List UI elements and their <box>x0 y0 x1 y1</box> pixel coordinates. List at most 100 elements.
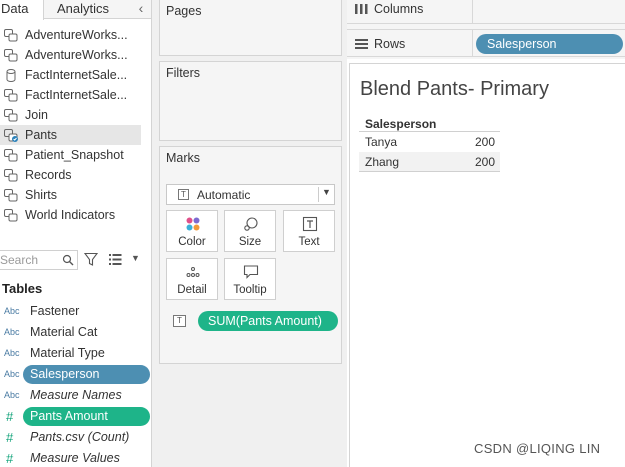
datasource-item[interactable]: AdventureWorks... <box>0 45 151 65</box>
field-item-in-use[interactable]: # Pants Amount <box>0 406 151 427</box>
detail-label: Detail <box>177 284 207 296</box>
row-value: 200 <box>474 135 495 149</box>
row-name: Tanya <box>365 135 398 149</box>
table-header[interactable]: Salesperson <box>359 116 500 132</box>
columns-shelf[interactable]: Columns <box>347 0 625 24</box>
datasource-item[interactable]: Patient_Snapshot <box>0 145 151 165</box>
string-type-icon: Abc <box>4 390 20 400</box>
datasource-label: Shirts <box>25 188 57 202</box>
detail-icon <box>186 267 200 277</box>
string-type-icon: Abc <box>4 327 20 337</box>
text-encoding-icon[interactable]: T <box>173 315 186 327</box>
tab-data[interactable]: Data <box>0 0 44 20</box>
field-item[interactable]: Abc Material Cat <box>0 322 151 343</box>
string-type-icon: Abc <box>4 306 20 316</box>
color-button[interactable]: Color <box>166 210 218 252</box>
worksheet-title[interactable]: Blend Pants- Primary <box>360 78 549 101</box>
watermark: CSDN @LIQING LIN <box>474 441 601 456</box>
datasource-list: AdventureWorks... AdventureWorks... Fact… <box>0 25 151 225</box>
rows-icon <box>355 39 368 49</box>
field-item[interactable]: Abc Measure Names <box>0 385 151 406</box>
marks-card: Marks T Automatic ▼ Color Size Text Deta… <box>159 146 342 364</box>
chevron-down-icon[interactable]: ▼ <box>131 253 140 263</box>
mark-type-label: Automatic <box>197 188 251 202</box>
datasource-icon <box>4 169 18 182</box>
search-input[interactable] <box>0 251 58 269</box>
color-label: Color <box>178 236 206 248</box>
field-item[interactable]: # Measure Values <box>0 448 151 467</box>
field-label: Measure Names <box>30 388 122 402</box>
datasource-label: World Indicators <box>25 208 116 222</box>
field-label: Pants Amount <box>23 407 150 426</box>
datasource-label: Records <box>25 168 72 182</box>
tooltip-icon <box>243 265 259 279</box>
rows-shelf[interactable]: Rows Salesperson <box>347 29 625 57</box>
mark-type-dropdown[interactable]: T Automatic ▼ <box>166 184 335 205</box>
datasource-label: FactInternetSale... <box>25 88 128 102</box>
collapse-pane-icon[interactable]: ‹ <box>134 0 148 18</box>
measure-pill-sum-pants-amount[interactable]: SUM(Pants Amount) <box>198 311 338 331</box>
datasource-item[interactable]: Join <box>0 105 151 125</box>
field-search-row: ▼ <box>0 250 151 270</box>
row-value: 200 <box>474 155 495 169</box>
pages-title: Pages <box>166 4 202 18</box>
tooltip-label: Tooltip <box>233 284 267 296</box>
dimension-pill-salesperson[interactable]: Salesperson <box>476 34 623 54</box>
dropdown-divider <box>318 187 319 202</box>
chevron-down-icon[interactable]: ▼ <box>322 187 331 197</box>
size-label: Size <box>238 236 262 248</box>
field-label: Material Type <box>30 346 105 360</box>
field-item[interactable]: Abc Material Type <box>0 343 151 364</box>
number-type-icon: # <box>6 430 14 445</box>
pages-card[interactable]: Pages <box>159 0 342 56</box>
datasource-item[interactable]: FactInternetSale... <box>0 85 151 105</box>
filter-icon[interactable] <box>84 252 98 267</box>
datasource-icon <box>4 29 18 42</box>
datasource-item[interactable]: Shirts <box>0 185 151 205</box>
datasource-item[interactable]: AdventureWorks... <box>0 25 151 45</box>
text-icon <box>302 216 318 232</box>
field-label: Material Cat <box>30 325 98 339</box>
tab-analytics[interactable]: Analytics <box>57 0 109 19</box>
text-label: Text <box>298 236 320 248</box>
detail-button[interactable]: Detail <box>166 258 218 300</box>
color-icon <box>186 217 200 231</box>
cards-pane: Pages Filters Marks T Automatic ▼ Color … <box>152 0 347 467</box>
size-button[interactable]: Size <box>224 210 276 252</box>
datasource-icon <box>4 89 18 102</box>
datasource-icon <box>4 209 18 222</box>
field-label: Fastener <box>30 304 80 318</box>
table-row[interactable]: Tanya 200 <box>359 132 500 152</box>
field-label: Pants.csv (Count) <box>30 430 130 444</box>
field-item-in-use[interactable]: Abc Salesperson <box>0 364 151 385</box>
size-icon <box>244 217 258 231</box>
number-type-icon: # <box>6 451 14 466</box>
text-button[interactable]: Text <box>283 210 335 252</box>
filters-title: Filters <box>166 66 201 80</box>
field-item[interactable]: # Pants.csv (Count) <box>0 427 151 448</box>
tooltip-button[interactable]: Tooltip <box>224 258 276 300</box>
table-row[interactable]: Zhang 200 <box>359 152 500 172</box>
datasource-item[interactable]: FactInternetSale... <box>0 65 151 85</box>
rows-label: Rows <box>374 37 406 51</box>
datasource-item-selected[interactable]: Pants <box>0 125 141 145</box>
shelves-area: Columns Rows Salesperson <box>347 0 625 59</box>
field-list: Abc Fastener Abc Material Cat Abc Materi… <box>0 301 151 467</box>
columns-label: Columns <box>374 2 424 16</box>
datasource-item[interactable]: World Indicators <box>0 205 151 225</box>
datasource-icon <box>4 189 18 202</box>
list-view-icon[interactable] <box>109 254 122 265</box>
datasource-icon <box>4 49 18 62</box>
filters-card[interactable]: Filters <box>159 61 342 141</box>
datasource-icon <box>4 109 18 122</box>
datasource-item[interactable]: Records <box>0 165 151 185</box>
database-icon <box>6 69 16 82</box>
shelf-divider <box>472 30 473 56</box>
tables-header: Tables <box>2 281 43 296</box>
data-pane: Data Analytics ‹ AdventureWorks... Adven… <box>0 0 152 467</box>
primary-datasource-icon <box>4 129 18 142</box>
search-icon[interactable] <box>62 254 74 266</box>
field-item[interactable]: Abc Fastener <box>0 301 151 322</box>
datasource-label: Pants <box>25 128 57 142</box>
field-search-box <box>0 250 78 270</box>
